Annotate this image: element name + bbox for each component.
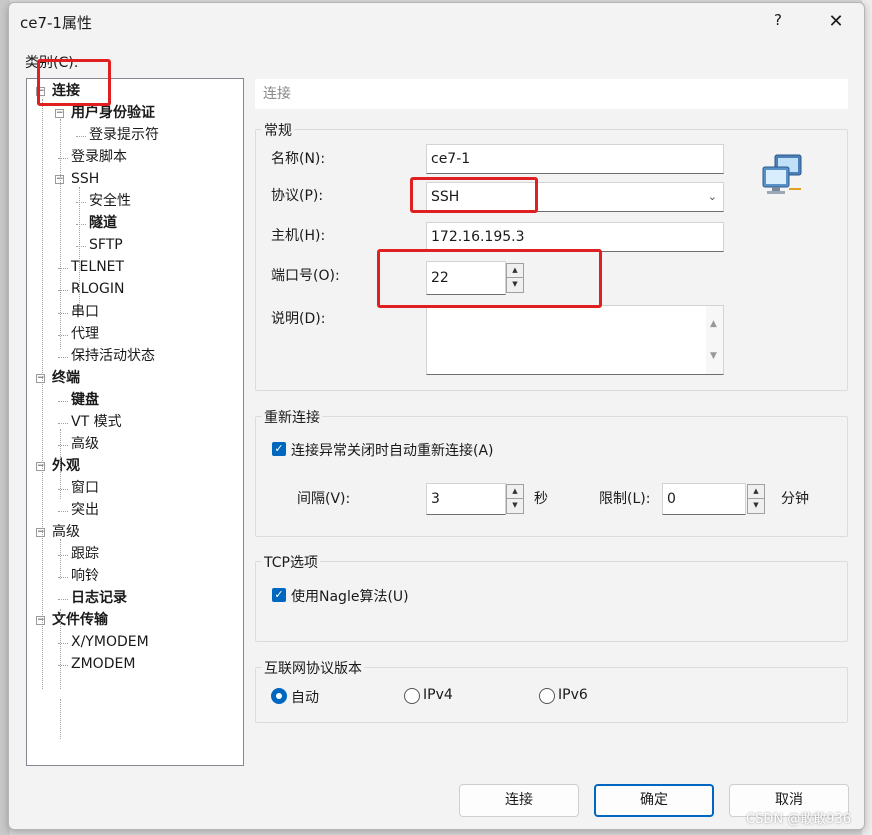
tree-item[interactable]: 安全性 — [89, 191, 131, 211]
tree-connector — [60, 429, 61, 499]
tree-item[interactable]: 保持活动状态 — [71, 346, 155, 366]
watermark: CSDN @敢敢936 — [746, 812, 852, 827]
category-tree[interactable]: 连接 − 用户身份验证 − 登录提示符 登录脚本 SSH − 安全性 隧道 SFTP TELNET RL… — [26, 78, 244, 766]
tree-item[interactable]: VT 模式 — [71, 412, 122, 432]
tree-item[interactable]: 代理 — [71, 324, 99, 344]
host-input[interactable]: 172.16.195.3 — [426, 222, 724, 252]
radio-ipv4-label[interactable]: IPv4 — [423, 687, 453, 703]
tree-connector — [60, 699, 61, 739]
tree-connector — [58, 599, 68, 601]
chevron-down-icon: ⌄ — [707, 190, 717, 203]
close-button[interactable]: ✕ — [822, 9, 850, 35]
general-group-title: 常规 — [262, 120, 294, 140]
tree-connector — [58, 422, 68, 424]
tree-connector — [60, 609, 61, 689]
spin-up-icon[interactable]: ▲ — [748, 485, 764, 499]
port-label: 端口号(O): — [271, 268, 340, 284]
interval-label: 间隔(V): — [297, 491, 351, 507]
name-input[interactable]: ce7-1 — [426, 144, 724, 174]
radio-auto-label[interactable]: 自动 — [291, 687, 319, 707]
window-title: ce7-1属性 — [20, 14, 92, 32]
highlight-protocol — [410, 177, 538, 213]
limit-input[interactable]: 0 — [662, 483, 746, 515]
tree-connector — [60, 119, 61, 349]
reconnect-group — [255, 416, 848, 537]
tree-item[interactable]: 突出 — [71, 500, 99, 520]
highlight-tree-connect — [37, 59, 111, 106]
connect-button[interactable]: 连接 — [459, 784, 579, 817]
tree-connector — [58, 356, 68, 358]
highlight-port — [377, 249, 602, 308]
tree-connector — [79, 187, 80, 307]
tree-connector — [76, 246, 86, 248]
scroll-up-icon[interactable]: ▲ — [710, 310, 717, 338]
help-button[interactable]: ? — [766, 11, 790, 33]
tree-item[interactable]: 终端 — [52, 368, 80, 388]
description-textarea[interactable]: ▲ ▼ — [426, 305, 724, 375]
ip-version-group-title: 互联网协议版本 — [262, 658, 364, 678]
spin-down-icon[interactable]: ▼ — [507, 499, 523, 513]
tree-item[interactable]: 窗口 — [71, 478, 99, 498]
radio-ipv6[interactable] — [539, 688, 555, 704]
limit-label: 限制(L): — [599, 491, 651, 507]
radio-ipv4[interactable] — [404, 688, 420, 704]
tree-connector — [58, 510, 68, 512]
panel-header: 连接 — [255, 79, 848, 109]
tree-item[interactable]: 登录脚本 — [71, 147, 127, 167]
network-computer-icon — [762, 154, 802, 194]
limit-spinner[interactable]: ▲ ▼ — [747, 484, 765, 514]
tree-item[interactable]: SSH — [71, 169, 99, 189]
title-bar: ce7-1属性 ? ✕ — [9, 3, 864, 43]
host-label: 主机(H): — [271, 228, 326, 244]
tree-connector — [58, 400, 68, 402]
tree-connector — [42, 99, 43, 689]
collapse-icon[interactable]: − — [36, 373, 45, 383]
tree-connector — [76, 224, 86, 226]
spin-up-icon[interactable]: ▲ — [507, 485, 523, 499]
tree-item[interactable]: 隧道 — [89, 213, 117, 233]
tree-item[interactable]: 用户身份验证 — [71, 103, 155, 123]
tree-item[interactable]: 日志记录 — [71, 588, 127, 608]
tree-item[interactable]: 串口 — [71, 302, 99, 322]
tree-item[interactable]: 外观 — [52, 456, 80, 476]
radio-ipv6-label[interactable]: IPv6 — [558, 687, 588, 703]
tree-item[interactable]: 登录提示符 — [89, 125, 159, 145]
tree-item[interactable]: 跟踪 — [71, 544, 99, 564]
interval-unit: 秒 — [534, 491, 548, 507]
collapse-icon[interactable]: − — [36, 461, 45, 471]
scroll-down-icon[interactable]: ▼ — [710, 342, 717, 370]
tree-item[interactable]: ZMODEM — [71, 654, 135, 674]
tree-item[interactable]: 高级 — [52, 522, 80, 542]
tree-item[interactable]: X/YMODEM — [71, 632, 149, 652]
properties-dialog: ce7-1属性 ? ✕ 类别(C): 连接 − 用户身份验证 − 登录提示符 登录脚本 SS… — [8, 2, 865, 830]
description-label: 说明(D): — [271, 311, 326, 327]
tree-connector — [60, 539, 61, 579]
protocol-label: 协议(P): — [271, 188, 324, 204]
tree-item[interactable]: 高级 — [71, 434, 99, 454]
auto-reconnect-label[interactable]: 连接异常关闭时自动重新连接(A) — [291, 440, 494, 460]
ok-button[interactable]: 确定 — [594, 784, 714, 817]
name-label: 名称(N): — [271, 151, 326, 167]
tree-item[interactable]: 响铃 — [71, 566, 99, 586]
nagle-label[interactable]: 使用Nagle算法(U) — [291, 586, 409, 606]
collapse-icon[interactable]: − — [36, 616, 45, 626]
limit-unit: 分钟 — [781, 491, 809, 507]
tree-connector — [76, 202, 86, 204]
tree-connector — [76, 136, 86, 138]
auto-reconnect-checkbox[interactable]: ✓ — [272, 442, 286, 456]
tree-item[interactable]: 键盘 — [71, 390, 99, 410]
reconnect-group-title: 重新连接 — [262, 407, 322, 427]
collapse-icon[interactable]: − — [55, 109, 64, 119]
interval-spinner[interactable]: ▲ ▼ — [506, 484, 524, 514]
collapse-icon[interactable]: − — [36, 528, 45, 537]
description-scrollbar[interactable]: ▲ ▼ — [706, 306, 723, 374]
tcp-group-title: TCP选项 — [262, 552, 320, 572]
spin-down-icon[interactable]: ▼ — [748, 499, 764, 513]
nagle-checkbox[interactable]: ✓ — [272, 588, 286, 602]
tree-item[interactable]: SFTP — [89, 235, 123, 255]
interval-input[interactable]: 3 — [426, 483, 506, 515]
radio-auto[interactable] — [271, 688, 287, 704]
